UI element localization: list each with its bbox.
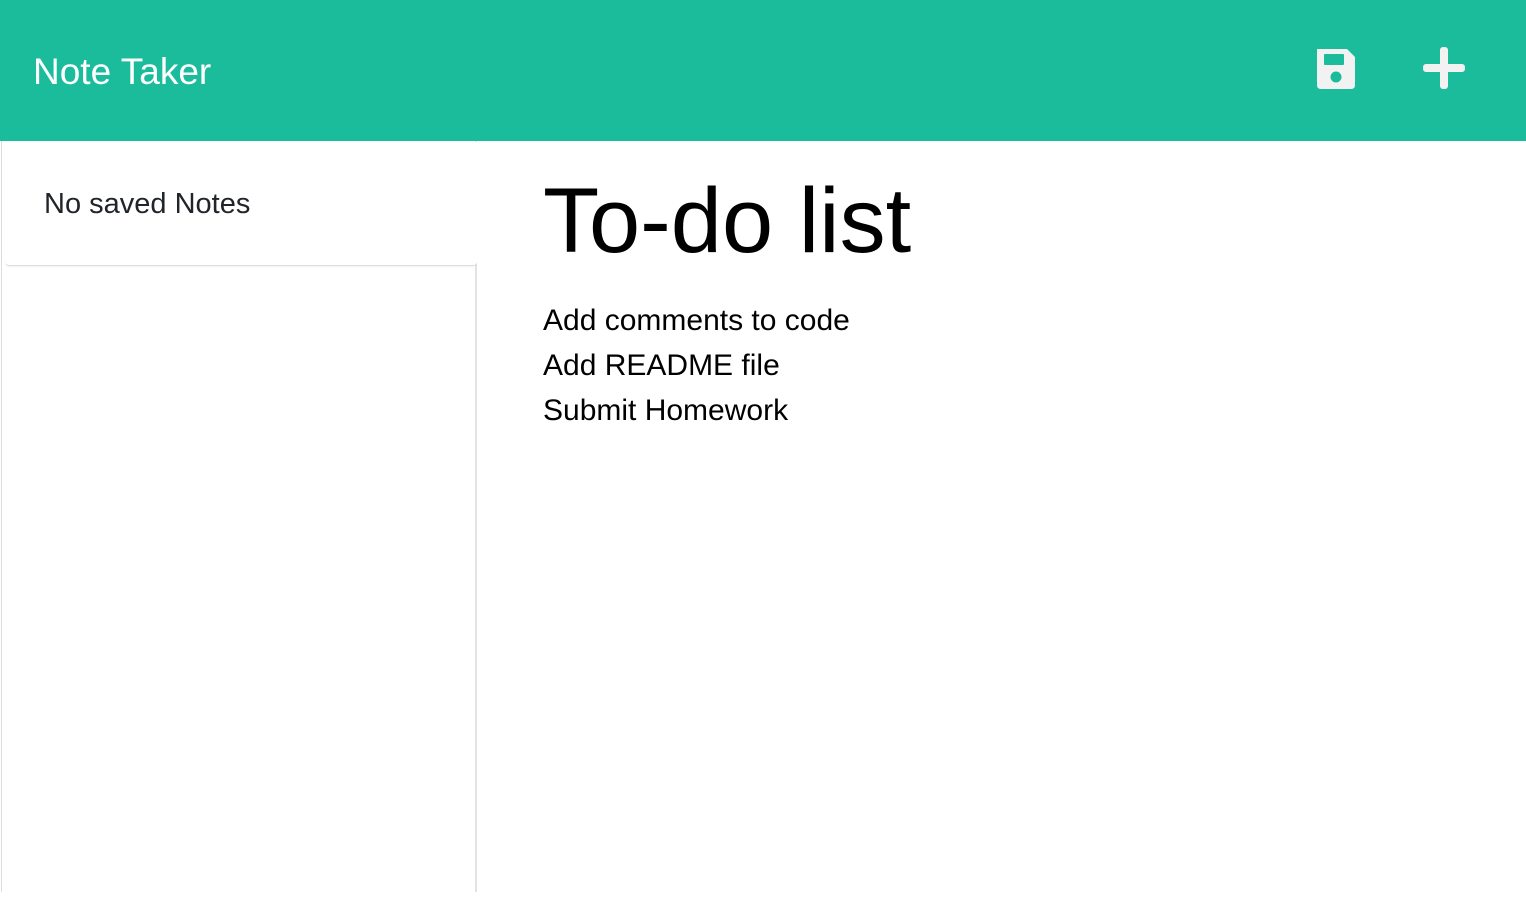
plus-icon xyxy=(1423,47,1465,89)
notes-sidebar: No saved Notes xyxy=(1,141,477,892)
floppy-disk-icon xyxy=(1317,49,1355,89)
note-line: Submit Homework xyxy=(543,394,789,427)
list-item: No saved Notes xyxy=(5,142,477,266)
note-textarea[interactable]: Add comments to code Add README file Sub… xyxy=(543,298,1443,433)
note-line: Add comments to code xyxy=(543,304,850,337)
no-notes-message: No saved Notes xyxy=(44,188,251,220)
navbar: Note Taker xyxy=(0,0,1526,141)
note-title[interactable]: To-do list xyxy=(543,166,911,276)
brand-title[interactable]: Note Taker xyxy=(33,48,211,96)
note-editor: To-do list Add comments to code Add READ… xyxy=(479,141,1526,904)
note-line: Add README file xyxy=(543,349,780,382)
new-note-icon[interactable] xyxy=(1421,45,1467,91)
save-note-icon[interactable] xyxy=(1313,45,1359,91)
